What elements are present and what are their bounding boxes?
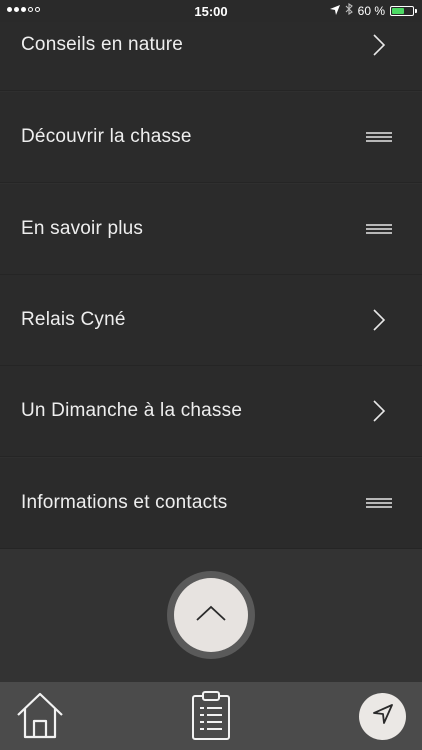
menu-item-en-savoir-plus[interactable]: En savoir plus (0, 184, 422, 275)
battery-percent: 60 % (357, 3, 385, 18)
battery-level (392, 7, 404, 14)
bluetooth-icon (345, 2, 353, 18)
scroll-up-button[interactable] (167, 571, 255, 659)
chevron-right-icon (366, 32, 392, 58)
hamburger-icon (366, 490, 392, 516)
chevron-right-icon (366, 398, 392, 424)
locate-button[interactable] (359, 693, 406, 740)
battery-icon (390, 5, 417, 16)
menu-item-label: En savoir plus (21, 218, 144, 239)
menu-item-informations-et-contacts[interactable]: Informations et contacts (0, 458, 422, 549)
menu-item-relais-cyne[interactable]: Relais Cyné (0, 275, 422, 366)
menu-item-decouvrir-la-chasse[interactable]: Découvrir la chasse (0, 92, 422, 183)
location-arrow-icon (372, 703, 394, 730)
status-bar: 15:00 60 % (0, 0, 422, 22)
menu-item-label: Relais Cyné (21, 309, 126, 330)
menu-item-label: Conseils en nature (21, 34, 184, 55)
hamburger-icon (366, 216, 392, 242)
menu-item-un-dimanche-a-la-chasse[interactable]: Un Dimanche à la chasse (0, 366, 422, 457)
bottom-tab-bar (0, 682, 422, 750)
clipboard-button[interactable] (186, 690, 236, 746)
menu-item-label: Découvrir la chasse (21, 126, 192, 147)
status-indicators: 60 % (329, 2, 417, 18)
chevron-up-icon (196, 605, 226, 626)
menu-item-label: Informations et contacts (21, 492, 228, 513)
location-services-icon (329, 4, 340, 18)
hamburger-icon (366, 124, 392, 150)
menu-item-label: Un Dimanche à la chasse (21, 400, 243, 421)
scroll-area (0, 549, 422, 682)
clipboard-list-icon (191, 690, 231, 746)
home-button[interactable] (14, 691, 66, 743)
home-icon (15, 691, 65, 744)
chevron-right-icon (366, 307, 392, 333)
